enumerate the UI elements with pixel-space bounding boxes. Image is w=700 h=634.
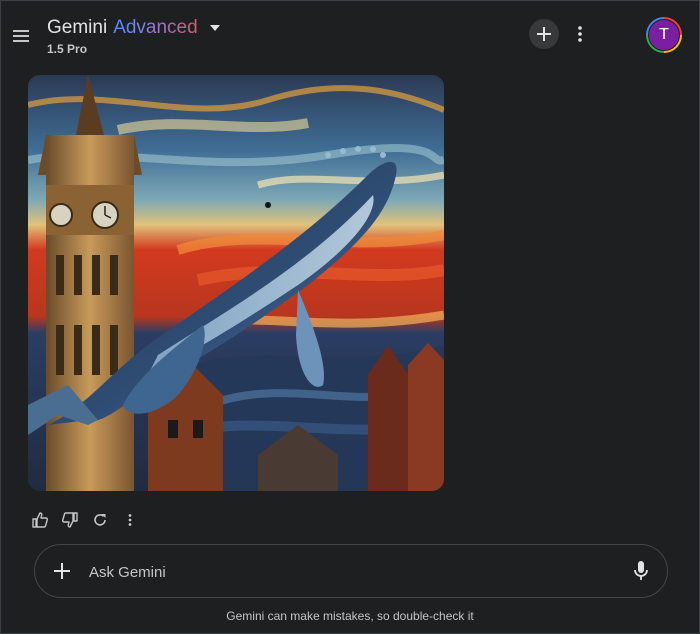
avatar: T (648, 19, 680, 51)
model-version: 1.5 Pro (47, 42, 88, 56)
whale-painting (28, 75, 444, 491)
disclaimer-text: Gemini can make mistakes, so double-chec… (226, 609, 474, 623)
model-dropdown-button[interactable] (206, 19, 224, 37)
generated-image[interactable] (28, 75, 444, 491)
hamburger-menu-icon (13, 30, 29, 42)
plus-icon (54, 563, 70, 579)
plus-icon (537, 27, 551, 41)
prompt-input[interactable] (87, 557, 611, 587)
caret-down-icon (209, 25, 220, 31)
prompt-bar (34, 544, 668, 598)
response-actions (28, 508, 142, 532)
regenerate-button[interactable] (88, 508, 112, 532)
microphone-icon (634, 561, 648, 580)
new-chat-button[interactable] (529, 19, 559, 49)
bad-response-button[interactable] (58, 508, 82, 532)
tier-label: Advanced (113, 17, 198, 38)
account-button[interactable]: T (646, 17, 682, 53)
refresh-icon (94, 514, 106, 526)
thumbs-down-icon (62, 512, 78, 528)
model-switcher: Gemini Advanced 1.5 Pro (47, 17, 224, 56)
more-vertical-icon (578, 26, 582, 42)
voice-input-button[interactable] (629, 559, 653, 583)
thumbs-up-icon (32, 512, 48, 528)
good-response-button[interactable] (28, 508, 52, 532)
gemini-app: Gemini Advanced 1.5 Pro T Ask Gemini Gem… (0, 0, 700, 634)
main-menu-button[interactable] (10, 25, 32, 47)
add-content-button[interactable] (49, 558, 75, 584)
app-name: Gemini (47, 17, 108, 38)
more-vertical-icon (128, 514, 132, 526)
more-options-button[interactable] (570, 23, 590, 45)
more-response-options-button[interactable] (118, 508, 142, 532)
